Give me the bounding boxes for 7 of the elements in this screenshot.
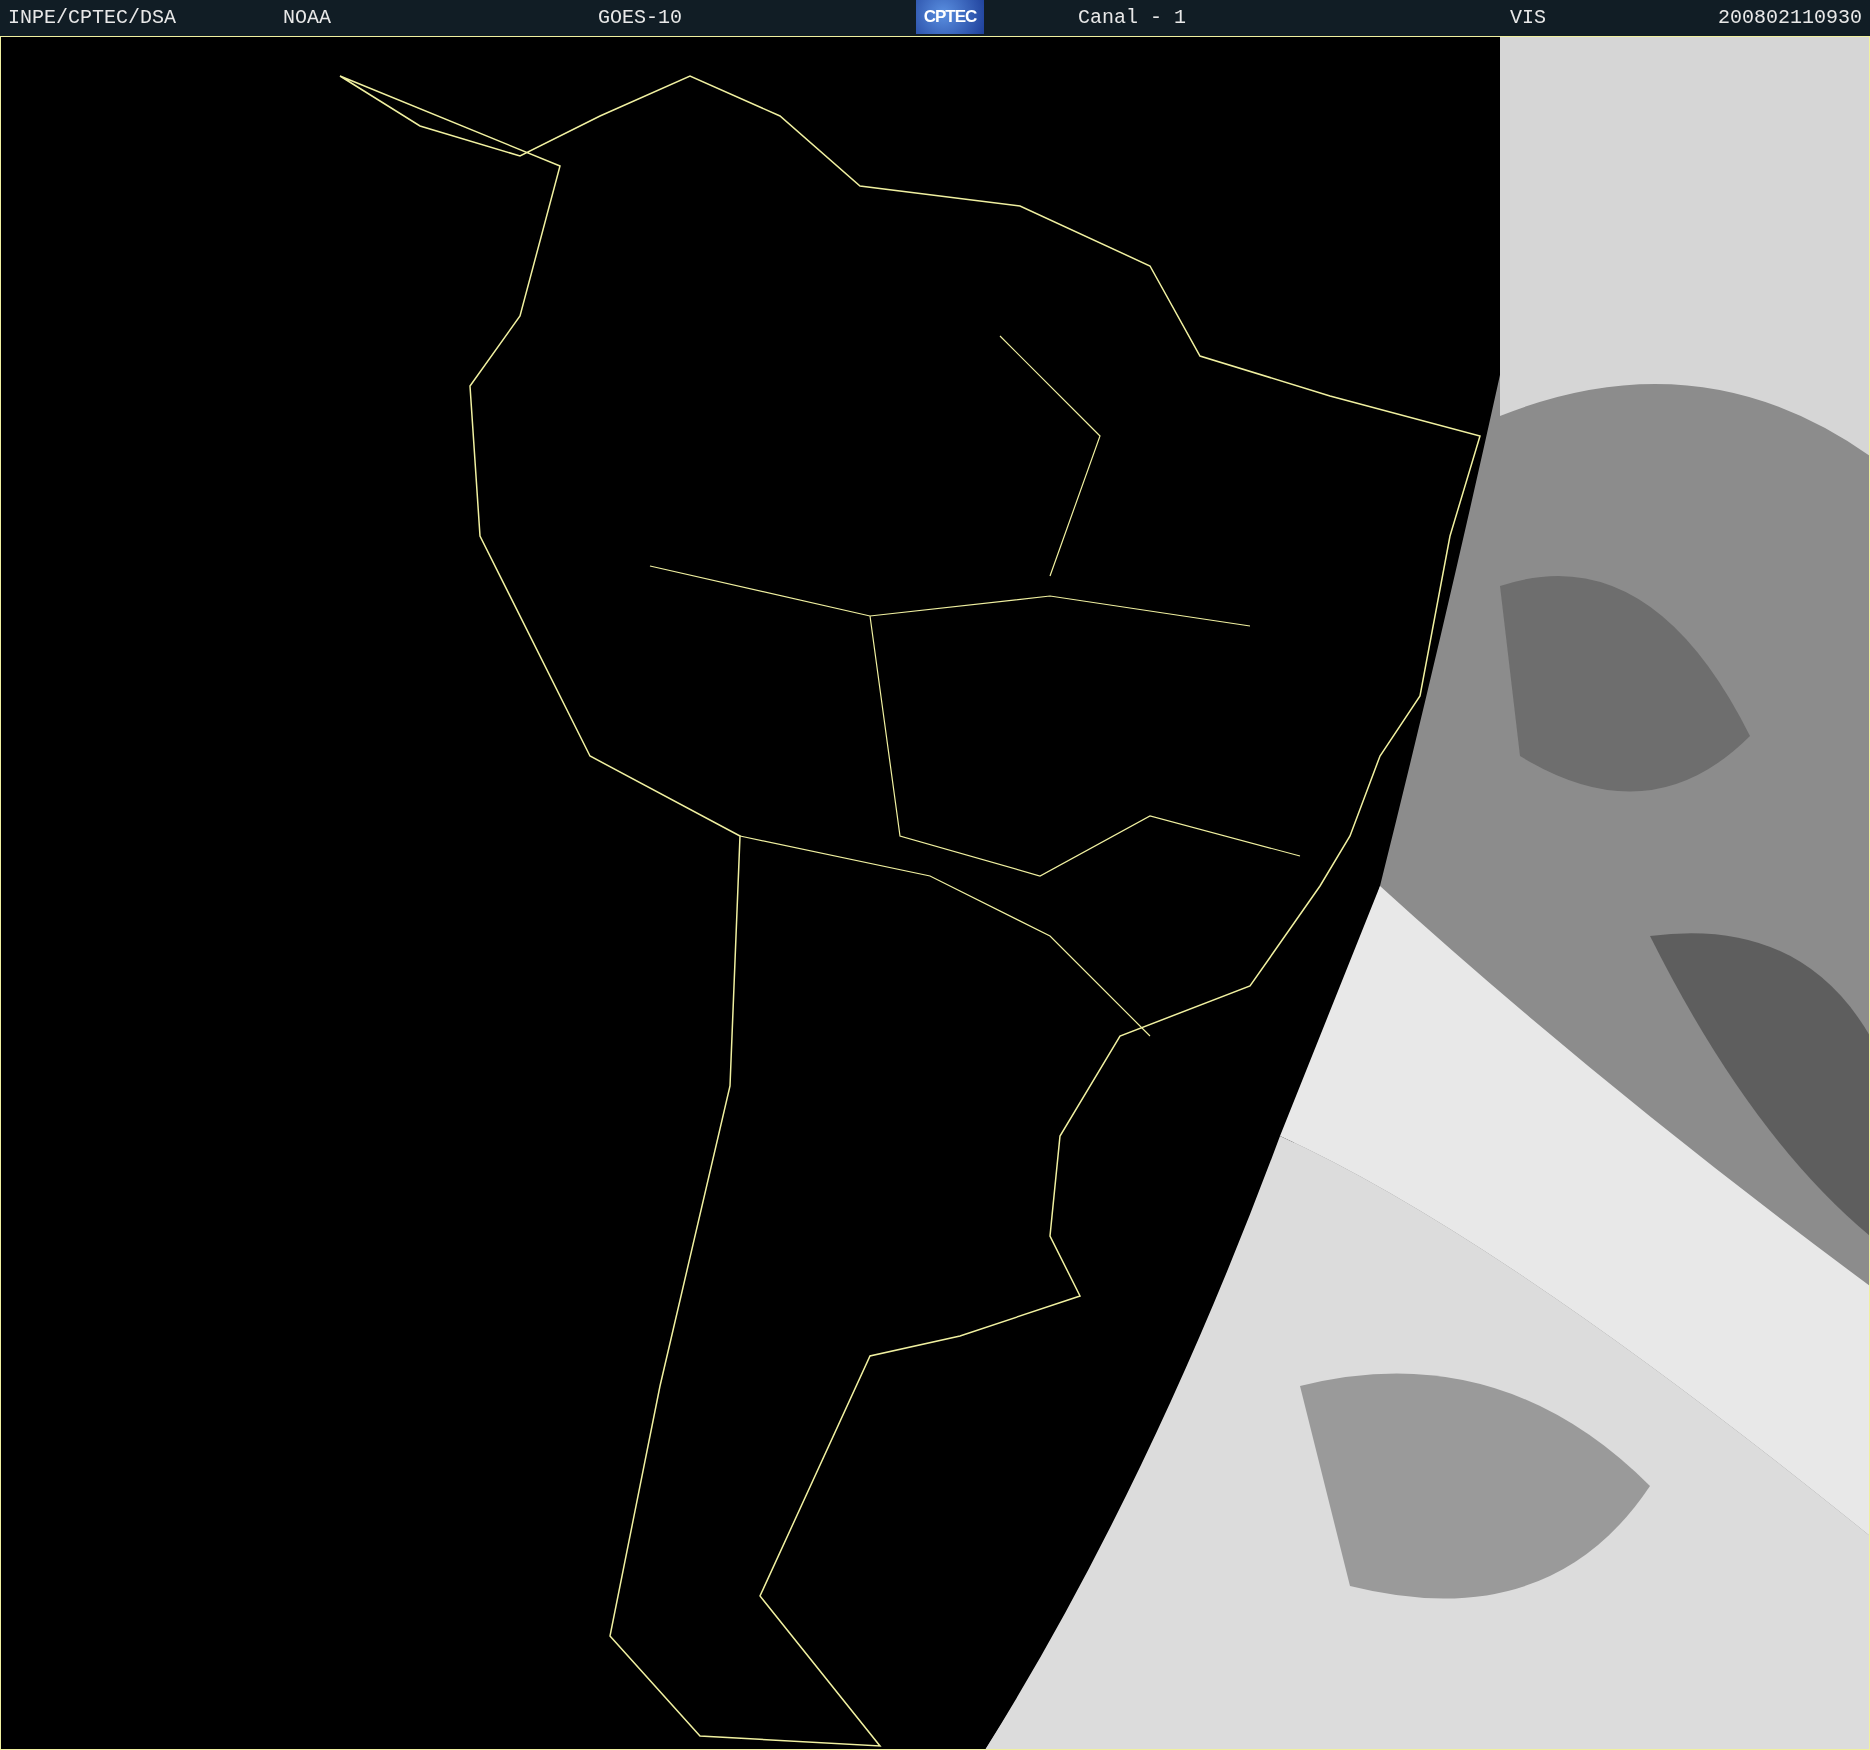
- source-label: INPE/CPTEC/DSA: [8, 7, 177, 29]
- band-label: VIS: [1510, 7, 1546, 29]
- agency-label: NOAA: [283, 7, 331, 29]
- channel-label: Canal - 1: [1078, 7, 1187, 29]
- logo: CPTEC: [916, 0, 984, 34]
- satellite-label: GOES-10: [598, 7, 682, 29]
- timestamp-label: 200802110930: [1717, 7, 1862, 29]
